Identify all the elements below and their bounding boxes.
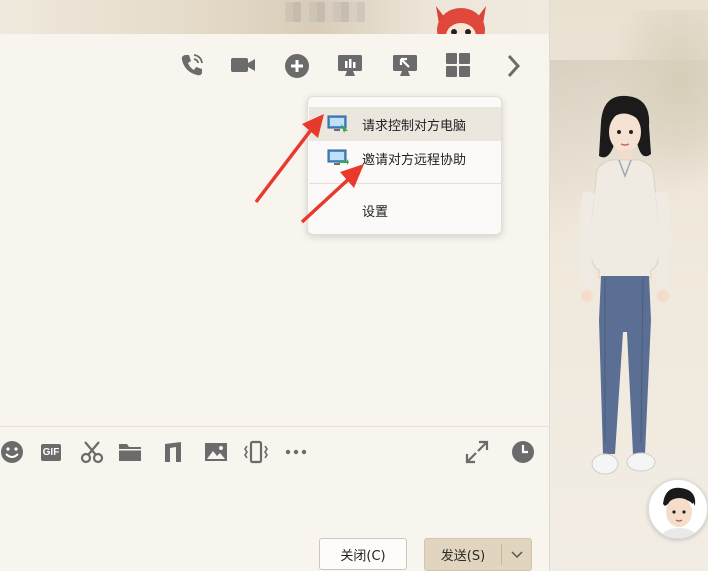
add-circle-icon[interactable] (282, 51, 312, 81)
shake-icon[interactable] (243, 439, 269, 465)
emoji-icon[interactable] (0, 439, 26, 465)
blurred-title (285, 2, 365, 22)
history-clock-icon[interactable] (510, 439, 536, 465)
apps-grid-icon[interactable] (443, 50, 473, 80)
remote-control-icon (327, 115, 348, 133)
send-options-dropdown[interactable] (502, 539, 532, 570)
close-button-label: 关闭(C) (340, 548, 386, 564)
send-button-label: 发送(S) (440, 549, 486, 564)
folder-icon[interactable] (117, 439, 143, 465)
send-button-main[interactable]: 发送(S) (425, 539, 501, 570)
phone-icon[interactable] (177, 50, 207, 80)
remote-desktop-icon[interactable] (390, 50, 420, 80)
menu-item-label: 请求控制对方电脑 (362, 119, 467, 134)
screen-share-icon[interactable] (335, 50, 365, 80)
menu-item-label: 邀请对方远程协助 (362, 153, 467, 168)
gif-icon[interactable]: GIF (38, 439, 64, 465)
contact-avatar[interactable] (648, 479, 708, 539)
red-arrow-icon (300, 164, 364, 224)
menu-item-request-control[interactable]: 请求控制对方电脑 (309, 107, 501, 141)
gif-label: GIF (40, 443, 62, 461)
video-camera-icon[interactable] (228, 50, 258, 80)
avatar-boy-icon (659, 487, 699, 538)
character-girl-illustration (579, 95, 671, 475)
more-icon[interactable] (283, 439, 309, 465)
scissors-icon[interactable] (79, 439, 105, 465)
chevron-right-icon[interactable] (499, 51, 529, 81)
send-button[interactable]: 发送(S) (424, 538, 532, 571)
close-button[interactable]: 关闭(C) (319, 538, 407, 570)
chevron-down-icon (511, 550, 523, 558)
music-icon[interactable] (161, 439, 187, 465)
expand-icon[interactable] (464, 439, 490, 465)
image-icon[interactable] (203, 439, 229, 465)
